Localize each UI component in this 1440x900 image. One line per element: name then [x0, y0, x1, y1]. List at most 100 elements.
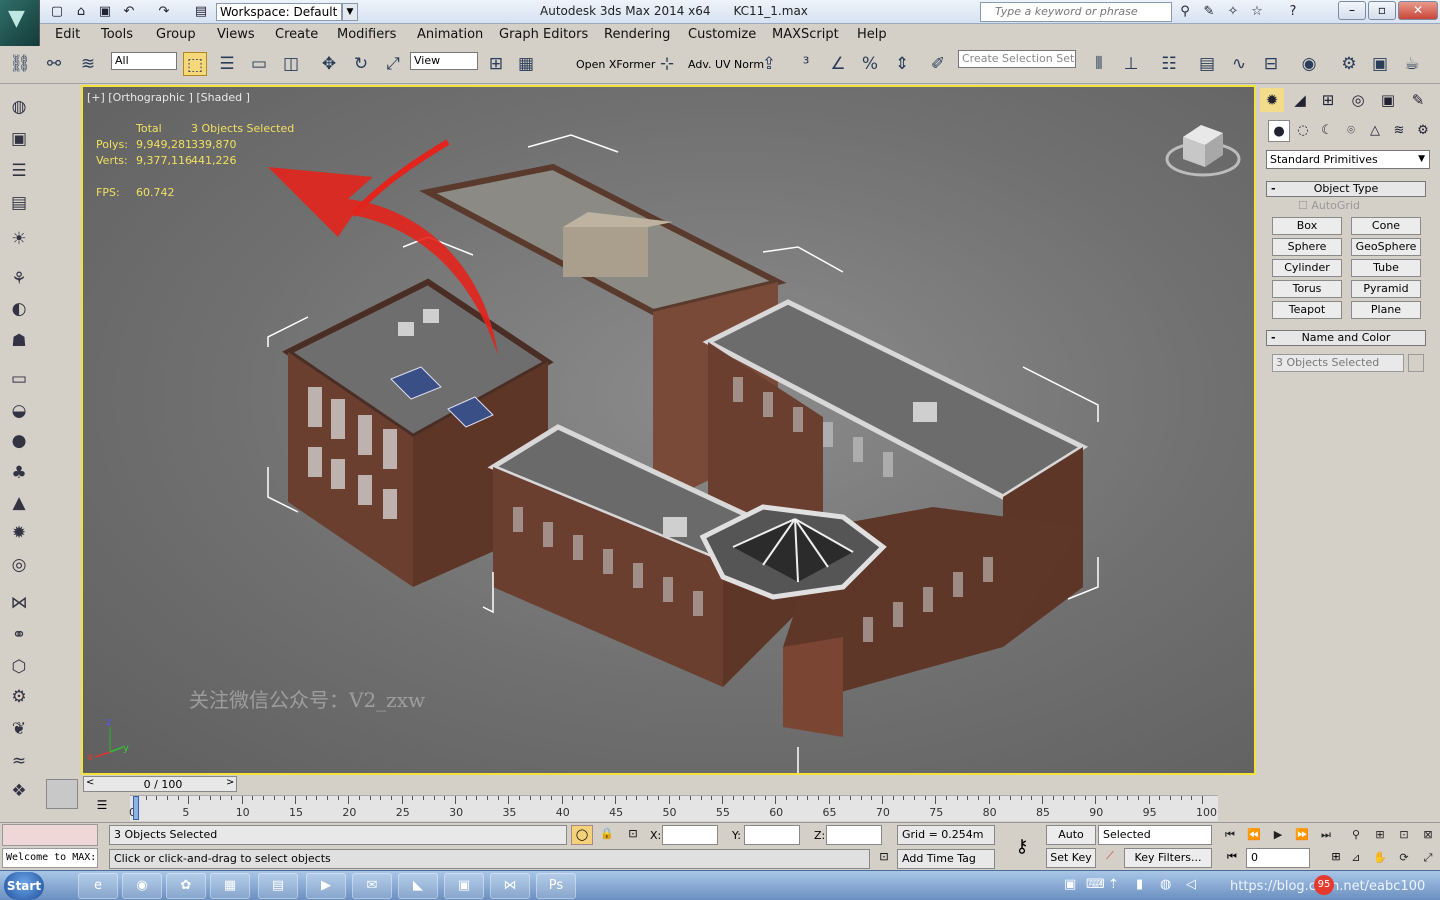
menu-group[interactable]: Group [156, 27, 196, 42]
layer-manager-icon[interactable]: ☷ [1157, 52, 1181, 76]
adv-uv-norm-button[interactable]: Adv. UV Norm [688, 58, 764, 71]
ps-icon[interactable]: Ps [536, 873, 576, 899]
building-model[interactable]: z x y [83, 87, 1254, 773]
xformer-icon[interactable]: ⊹ [655, 52, 679, 76]
chrome-icon[interactable]: ◉ [122, 873, 162, 899]
select-manipulate-icon[interactable]: ▦ [514, 52, 538, 76]
helpers-icon[interactable]: △ [1364, 120, 1386, 142]
cylinder-button[interactable]: Cylinder [1272, 259, 1342, 277]
snaps-toggle-icon[interactable]: ³ [794, 52, 818, 76]
teapot-button[interactable]: Teapot [1272, 301, 1342, 319]
category-select[interactable]: Standard Primitives ▼ [1266, 150, 1430, 169]
open-xformer-button[interactable]: Open XFormer [576, 58, 655, 71]
cameras-icon[interactable]: ⌾ [1340, 120, 1362, 142]
align-icon[interactable]: ⊥ [1119, 52, 1143, 76]
pyramid-button[interactable]: Pyramid [1351, 280, 1421, 298]
hemisphere-icon[interactable]: ◒ [6, 398, 32, 424]
space-warps-icon[interactable]: ≋ [1388, 120, 1410, 142]
mini-viewport-icon[interactable] [46, 779, 78, 809]
cloth-icon[interactable]: ❖ [6, 778, 32, 804]
select-object-icon[interactable]: ⬚ [183, 52, 207, 76]
z-coordinate-input[interactable] [826, 825, 882, 845]
geosphere-button[interactable]: GeoSphere [1351, 238, 1421, 256]
workspace-select[interactable]: Workspace: Default [216, 3, 342, 21]
zoom-extents-icon[interactable]: ⊡ [1394, 826, 1414, 844]
binoculars-icon[interactable]: ⚲ [1176, 3, 1194, 21]
start-button[interactable]: Start [4, 872, 44, 900]
object-color-swatch[interactable] [1408, 354, 1424, 372]
geometry-icon[interactable]: ● [1268, 120, 1290, 142]
create-tab-icon[interactable]: ✹ [1260, 88, 1284, 112]
search-input[interactable]: Type a keyword or phrase [980, 2, 1172, 22]
rollout-object-type[interactable]: - Object Type [1266, 181, 1426, 197]
tools-icon[interactable]: ✎ [1200, 3, 1218, 21]
trackbar[interactable]: 0510152025303540455055606570758085909510… [129, 795, 1218, 821]
sun-icon[interactable]: ✹ [6, 520, 32, 546]
rendered-frame-icon[interactable]: ▣ [1368, 52, 1392, 76]
selection-filter-select[interactable]: All [111, 52, 177, 70]
zoom-icon[interactable]: ⚲ [1346, 826, 1366, 844]
sphere-button[interactable]: Sphere [1272, 238, 1342, 256]
minimize-button[interactable]: – [1338, 1, 1366, 20]
key-filters-button[interactable]: Key Filters... [1124, 848, 1212, 868]
sound-icon[interactable]: ◐ [6, 296, 32, 322]
plane-primitive-icon[interactable]: ▭ [6, 366, 32, 392]
key-mode-select[interactable]: Selected [1098, 825, 1212, 845]
percent-snap-icon[interactable]: % [858, 52, 882, 76]
maxscript-listener-output[interactable] [2, 824, 98, 846]
ie-icon[interactable]: e [78, 873, 118, 899]
project-folder-icon[interactable]: ▤ [192, 3, 210, 21]
help-icon[interactable]: ? [1284, 3, 1302, 21]
open-file-icon[interactable]: ⌂ [72, 3, 90, 21]
plant-icon[interactable]: ❦ [6, 716, 32, 742]
mini-curve-editor-icon[interactable]: ☰ [92, 798, 112, 816]
undo-icon[interactable]: ↶ [120, 3, 138, 21]
basket-icon[interactable]: ♣ [6, 460, 32, 486]
keyboard-tray-icon[interactable]: ⌨ [1086, 877, 1105, 892]
close-button[interactable]: ✕ [1398, 1, 1438, 20]
modify-tab-icon[interactable]: ◢ [1288, 88, 1312, 112]
select-by-name-icon[interactable]: ☰ [215, 52, 239, 76]
vs-icon[interactable]: ⋈ [490, 873, 530, 899]
lock-icon[interactable]: 🔒 [597, 825, 617, 845]
reference-coord-select[interactable]: View [410, 52, 478, 70]
motion-tab-icon[interactable]: ◎ [1346, 88, 1370, 112]
camera-icon[interactable]: ⚘ [6, 266, 32, 292]
field-of-view-icon[interactable]: ⊿ [1346, 849, 1366, 867]
spinner-snap-icon[interactable]: ⇕ [890, 52, 914, 76]
sphere-icon[interactable]: ● [6, 428, 32, 454]
set-key-button[interactable]: Set Key [1046, 848, 1096, 868]
communication-icon[interactable]: ✧ [1224, 3, 1242, 21]
3dsmax-icon[interactable]: ◣ [398, 873, 438, 899]
battery-tray-icon[interactable]: ▮ [1136, 877, 1143, 892]
cone-button[interactable]: Cone [1351, 217, 1421, 235]
scale-icon[interactable]: ⤢ [381, 52, 405, 76]
chevron-down-icon[interactable]: ▼ [342, 3, 358, 21]
menu-edit[interactable]: Edit [55, 27, 80, 42]
graphite-ribbon-icon[interactable]: ▤ [1195, 52, 1219, 76]
menu-animation[interactable]: Animation [417, 27, 483, 42]
3ds-max-logo-icon[interactable]: ▼ [0, 0, 40, 46]
geodesic-icon[interactable]: ⬡ [6, 654, 32, 680]
usb-tray-icon[interactable]: ⇡ [1108, 877, 1119, 892]
named-selection-set-select[interactable]: Create Selection Set [958, 50, 1076, 68]
menu-tools[interactable]: Tools [101, 27, 133, 42]
disc-icon[interactable]: ◎ [6, 552, 32, 578]
folder-icon[interactable]: ▦ [210, 873, 250, 899]
notification-badge[interactable]: 95 [1314, 875, 1334, 895]
vm-icon[interactable]: ▣ [444, 873, 484, 899]
object-name-field[interactable]: 3 Objects Selected [1272, 354, 1404, 372]
lattice-icon[interactable]: ⋈ [6, 590, 32, 616]
maxscript-mini-listener[interactable]: Welcome to MAX: [2, 848, 98, 868]
autogrid-checkbox[interactable]: ☐ AutoGrid [1298, 199, 1360, 212]
render-setup-icon[interactable]: ⚙ [1337, 52, 1361, 76]
listener-icon[interactable]: ▤ [6, 190, 32, 216]
window-crossing-icon[interactable]: ◫ [279, 52, 303, 76]
menu-customize[interactable]: Customize [688, 27, 756, 42]
unlink-icon[interactable]: ⚯ [42, 52, 66, 76]
hierarchy-tab-icon[interactable]: ⊞ [1316, 88, 1340, 112]
mirror-icon[interactable]: ⫴ [1087, 52, 1111, 76]
edit-named-selection-icon[interactable]: ✐ [926, 52, 950, 76]
pan-icon[interactable]: ✋ [1370, 849, 1390, 867]
prev-frame-icon[interactable]: < [86, 777, 94, 788]
